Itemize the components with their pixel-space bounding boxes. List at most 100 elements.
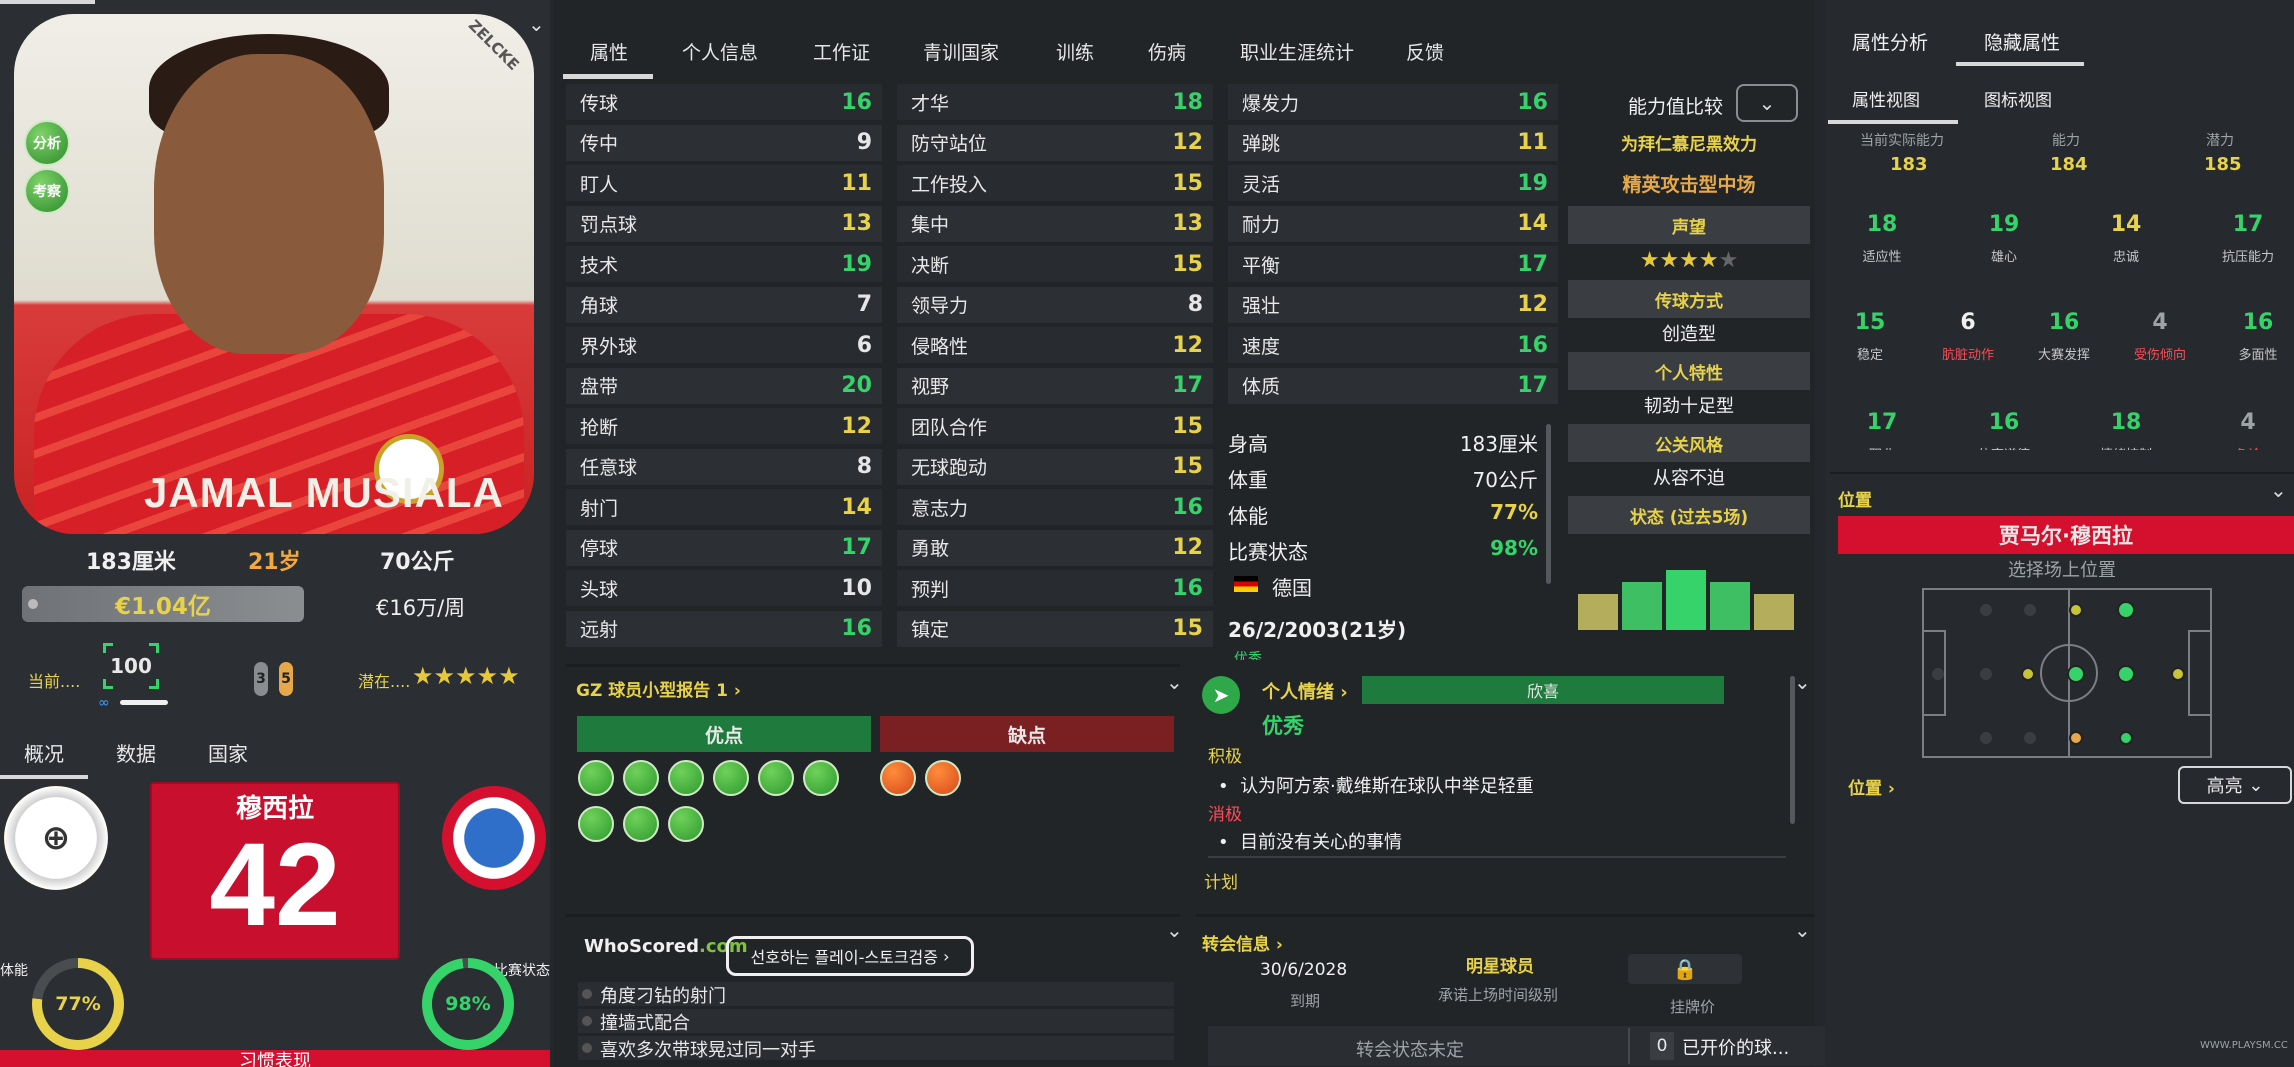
hidden-attribute[interactable]: 15 稳定 bbox=[1830, 310, 1910, 363]
transfer-title[interactable]: 转会信息 › bbox=[1202, 930, 1283, 955]
tab-attribute-analysis[interactable]: 属性分析 bbox=[1852, 28, 1928, 55]
hidden-attribute[interactable]: 17 抗压能力 bbox=[2208, 212, 2288, 265]
handshake-icon[interactable] bbox=[578, 806, 614, 842]
hidden-attribute[interactable]: 19 雄心 bbox=[1964, 212, 2044, 265]
offers-label[interactable]: 已开价的球... bbox=[1682, 1034, 1789, 1060]
position-dot[interactable] bbox=[2119, 731, 2133, 745]
tab-6[interactable]: 职业生涯统计 bbox=[1240, 38, 1354, 65]
position-dot[interactable] bbox=[1980, 732, 1992, 744]
attribute-row[interactable]: 罚点球 13 bbox=[566, 205, 882, 242]
attribute-row[interactable]: 抢断 12 bbox=[566, 408, 882, 444]
attribute-row[interactable]: 技术 19 bbox=[566, 246, 882, 282]
tab-overview[interactable]: 概况 bbox=[24, 738, 64, 767]
national-team-crest[interactable]: ⊕ bbox=[4, 786, 108, 890]
attribute-row[interactable]: 远射 16 bbox=[566, 610, 882, 647]
hidden-attribute[interactable]: 16 大赛发挥 bbox=[2024, 310, 2104, 363]
position-dot[interactable] bbox=[1980, 604, 1992, 616]
hidden-attribute[interactable]: 18 情绪控制 bbox=[2086, 410, 2166, 450]
attribute-row[interactable]: 决断 15 bbox=[897, 246, 1213, 282]
subtab-attribute-view[interactable]: 属性视图 bbox=[1852, 86, 1920, 111]
tab-7[interactable]: 反馈 bbox=[1406, 38, 1444, 65]
hidden-attribute[interactable]: 16 体育道德 bbox=[1964, 410, 2044, 450]
attribute-row[interactable]: 平衡 17 bbox=[1228, 246, 1558, 282]
mood-title[interactable]: 个人情绪 › bbox=[1262, 678, 1348, 704]
analyze-button[interactable]: 分析 bbox=[24, 120, 70, 166]
tab-2[interactable]: 工作证 bbox=[813, 38, 870, 65]
attribute-row[interactable]: 界外球 6 bbox=[566, 327, 882, 363]
attribute-row[interactable]: 弹跳 11 bbox=[1228, 124, 1558, 161]
tab-hidden-attributes[interactable]: 隐藏属性 bbox=[1984, 28, 2060, 55]
board-icon[interactable] bbox=[668, 760, 704, 796]
position-link[interactable]: 位置 › bbox=[1848, 774, 1895, 799]
chevron-down-icon[interactable]: ⌄ bbox=[1166, 670, 1183, 694]
attribute-row[interactable]: 射门 14 bbox=[566, 489, 882, 525]
attribute-row[interactable]: 传球 16 bbox=[566, 84, 882, 120]
attribute-row[interactable]: 灵活 19 bbox=[1228, 165, 1558, 201]
attribute-row[interactable]: 耐力 14 bbox=[1228, 205, 1558, 242]
hidden-attribute[interactable]: 6 肮脏动作 bbox=[1928, 310, 2008, 363]
hidden-attribute[interactable]: 18 适应性 bbox=[1842, 212, 1922, 265]
attribute-row[interactable]: 视野 17 bbox=[897, 367, 1213, 404]
attribute-row[interactable]: 勇敢 12 bbox=[897, 529, 1213, 566]
subtab-icon-view[interactable]: 图标视图 bbox=[1984, 86, 2052, 111]
boot-icon[interactable] bbox=[803, 760, 839, 796]
attribute-row[interactable]: 领导力 8 bbox=[897, 286, 1213, 323]
attribute-row[interactable]: 体质 17 bbox=[1228, 367, 1558, 404]
info-scrollbar[interactable] bbox=[1546, 424, 1551, 584]
position-dot[interactable] bbox=[2171, 667, 2185, 681]
position-dot[interactable] bbox=[1932, 668, 1944, 680]
highlight-dropdown[interactable]: 高亮 ⌄ bbox=[2178, 766, 2292, 804]
attribute-row[interactable]: 速度 16 bbox=[1228, 327, 1558, 363]
target-icon[interactable] bbox=[758, 760, 794, 796]
attribute-row[interactable]: 爆发力 16 bbox=[1228, 84, 1558, 120]
chevron-down-icon[interactable]: ⌄ bbox=[528, 12, 545, 36]
attribute-row[interactable]: 盯人 11 bbox=[566, 165, 882, 201]
attribute-row[interactable]: 团队合作 15 bbox=[897, 408, 1213, 444]
attribute-row[interactable]: 无球跑动 15 bbox=[897, 448, 1213, 485]
attribute-row[interactable]: 盘带 20 bbox=[566, 367, 882, 404]
lock-icon[interactable]: 🔒 bbox=[1628, 954, 1742, 984]
scout-button[interactable]: 考察 bbox=[24, 168, 70, 214]
attribute-row[interactable]: 意志力 16 bbox=[897, 489, 1213, 525]
chevron-down-icon[interactable]: ⌄ bbox=[1166, 918, 1183, 942]
club-crest[interactable] bbox=[442, 786, 546, 890]
hidden-attribute[interactable]: 17 职业 bbox=[1842, 410, 1922, 450]
attribute-row[interactable]: 停球 17 bbox=[566, 529, 882, 566]
attribute-row[interactable]: 强壮 12 bbox=[1228, 286, 1558, 323]
hidden-attribute[interactable]: 4 争论 bbox=[2208, 410, 2288, 450]
tab-5[interactable]: 伤病 bbox=[1148, 38, 1186, 65]
attribute-row[interactable]: 传中 9 bbox=[566, 124, 882, 161]
info-nation[interactable]: 德国 bbox=[1272, 572, 1312, 601]
mood-scrollbar[interactable] bbox=[1790, 676, 1795, 824]
tab-4[interactable]: 训练 bbox=[1056, 38, 1094, 65]
attribute-row[interactable]: 任意球 8 bbox=[566, 448, 882, 485]
chevron-down-icon[interactable]: ⌄ bbox=[2270, 478, 2287, 502]
tab-1[interactable]: 个人信息 bbox=[682, 38, 758, 65]
tab-0[interactable]: 属性 bbox=[590, 38, 628, 65]
position-dot[interactable] bbox=[2117, 665, 2135, 683]
globe-icon[interactable] bbox=[668, 806, 704, 842]
growth-icon[interactable] bbox=[623, 806, 659, 842]
chevron-down-icon[interactable]: ⌄ bbox=[1794, 670, 1811, 694]
position-dot[interactable] bbox=[2024, 732, 2036, 744]
transfer-value-bar[interactable]: €1.04亿 bbox=[22, 586, 304, 622]
attribute-row[interactable]: 侵略性 12 bbox=[897, 327, 1213, 363]
position-dot[interactable] bbox=[2117, 601, 2135, 619]
position-dot[interactable] bbox=[2067, 665, 2085, 683]
attribute-row[interactable]: 集中 13 bbox=[897, 205, 1213, 242]
hidden-attribute[interactable]: 4 受伤倾向 bbox=[2120, 310, 2200, 363]
head-icon[interactable] bbox=[713, 760, 749, 796]
compare-dropdown[interactable]: ⌄ bbox=[1736, 84, 1798, 122]
injury-icon[interactable] bbox=[880, 760, 916, 796]
attribute-row[interactable]: 镇定 15 bbox=[897, 610, 1213, 647]
tab-3[interactable]: 青训国家 bbox=[923, 38, 999, 65]
dribble-icon[interactable] bbox=[578, 760, 614, 796]
whoscored-button[interactable]: 선호하는 플레이-스토크검증 › bbox=[726, 936, 974, 976]
attribute-row[interactable]: 预判 16 bbox=[897, 570, 1213, 606]
position-dot[interactable] bbox=[2069, 603, 2083, 617]
attribute-row[interactable]: 工作投入 15 bbox=[897, 165, 1213, 201]
chevron-down-icon[interactable]: ⌄ bbox=[1794, 918, 1811, 942]
attribute-row[interactable]: 才华 18 bbox=[897, 84, 1213, 120]
position-dot[interactable] bbox=[2069, 731, 2083, 745]
tab-nation[interactable]: 国家 bbox=[208, 738, 248, 767]
